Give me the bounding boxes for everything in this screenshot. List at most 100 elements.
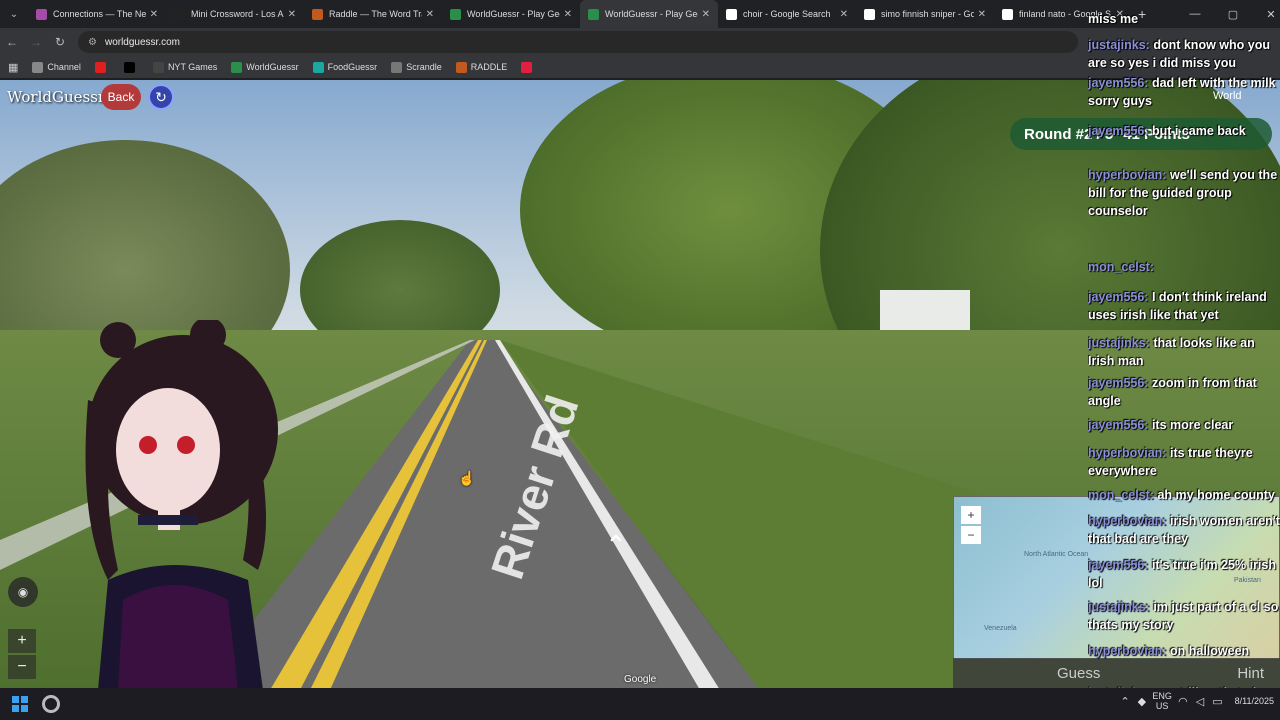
bookmark-item[interactable]: Channel (32, 61, 81, 73)
site-info-icon[interactable]: ⚙ (88, 37, 97, 48)
bookmark-item[interactable] (94, 61, 110, 73)
tab-favicon-icon (588, 8, 599, 20)
bookmark-label: Channel (47, 62, 81, 72)
bookmark-icon (152, 61, 164, 73)
chat-username[interactable]: mon_celst: (1088, 260, 1154, 274)
bookmark-item[interactable]: WorldGuessr (231, 61, 299, 73)
bookmark-icon (94, 61, 106, 73)
bookmark-item[interactable] (521, 61, 536, 73)
windows-taskbar: ⌃ ◆ ENG US ◠ ◁ ▭ 8/11/2025 (0, 688, 1280, 720)
bookmark-item[interactable] (123, 61, 139, 73)
back-arrow-icon[interactable]: ← (0, 35, 24, 49)
system-tray: ⌃ ◆ ENG US ◠ ◁ ▭ 8/11/2025 (1116, 691, 1274, 711)
browser-tab[interactable]: choir - Google Search ✕ (718, 0, 856, 28)
apps-grid-icon[interactable]: ▦ (8, 61, 18, 74)
zoom-in-button[interactable]: + (8, 629, 36, 653)
tab-title: Raddle — The Word Trans (329, 9, 422, 19)
worldguessr-logo[interactable]: WorldGuessr (7, 88, 105, 106)
chat-message: jayem556: it's true i'm 25% irish lol (1088, 556, 1280, 592)
browser-tab[interactable]: WorldGuessr - Play Geog ✕ (442, 0, 580, 28)
chat-message: miss me (1088, 10, 1280, 28)
bookmark-label: RADDLE (470, 62, 508, 72)
chat-text: on halloween (1169, 644, 1250, 658)
clock[interactable]: 8/11/2025 (1235, 695, 1274, 707)
refresh-icon[interactable]: ↻ (148, 84, 174, 110)
chat-username[interactable]: hyperbovian: (1088, 168, 1167, 182)
chat-username[interactable]: justajinks: (1088, 600, 1150, 614)
wifi-icon[interactable]: ◠ (1178, 695, 1188, 708)
tab-search-icon[interactable]: ⌄ (0, 0, 28, 28)
chat-message: jayem556: dad left with the milk sorry g… (1088, 74, 1280, 110)
bookmark-icon (391, 61, 403, 73)
chat-username[interactable]: justajinks: (1088, 38, 1150, 52)
tab-close-icon[interactable]: ✕ (150, 9, 158, 20)
tab-favicon-icon (726, 8, 737, 20)
map-zoom-out-button[interactable]: − (961, 526, 981, 544)
chrome-taskbar-icon[interactable] (42, 695, 60, 713)
tab-close-icon[interactable]: ✕ (702, 9, 710, 20)
chat-username[interactable]: jayem556: (1088, 558, 1148, 572)
tab-title: choir - Google Search (743, 9, 831, 19)
tray-chevron-icon[interactable]: ⌃ (1120, 695, 1129, 708)
browser-tab[interactable]: simo finnish sniper - Goo ✕ (856, 0, 994, 28)
tray-app-icon[interactable]: ◆ (1138, 695, 1146, 708)
chat-message: justajinks: that looks like an Irish man (1088, 334, 1280, 370)
tab-title: Connections — The New (53, 9, 146, 19)
language-indicator[interactable]: ENG US (1150, 691, 1174, 711)
bookmark-label: NYT Games (167, 62, 218, 72)
browser-tab[interactable]: Connections — The New ✕ (28, 0, 166, 28)
tab-favicon-icon (36, 8, 47, 20)
chat-username[interactable]: jayem556: (1088, 76, 1148, 90)
chat-username[interactable]: mon_celst: (1088, 488, 1154, 502)
chat-text: ah my home county (1157, 488, 1275, 502)
compass-icon[interactable]: ◉ (8, 577, 38, 607)
chat-username[interactable]: hyperbovian: (1088, 514, 1167, 528)
bookmark-item[interactable]: Scrandle (391, 61, 442, 73)
chat-username[interactable]: jayem556: (1088, 376, 1148, 390)
tab-close-icon[interactable]: ✕ (840, 9, 848, 20)
bookmark-item[interactable]: RADDLE (455, 61, 508, 73)
tab-title: simo finnish sniper - Goo (881, 9, 974, 19)
tab-favicon-icon (174, 8, 185, 20)
chat-username[interactable]: hyperbovian: (1088, 644, 1167, 658)
volume-icon[interactable]: ◁ (1196, 695, 1204, 708)
pano-arrow-icon[interactable]: ⌃ (605, 530, 627, 561)
bookmark-item[interactable]: NYT Games (152, 61, 218, 73)
url-text: worldguessr.com (104, 36, 180, 48)
chat-message: jayem556: its more clear (1088, 416, 1280, 434)
reload-icon[interactable]: ↻ (48, 35, 72, 49)
chat-username[interactable]: justajinks: (1088, 336, 1150, 350)
back-button[interactable]: Back (101, 84, 141, 110)
tab-title: WorldGuessr - Play Geog (605, 9, 698, 19)
chat-username[interactable]: jayem556: (1088, 124, 1148, 138)
chat-message: hyperbovian: on halloween (1088, 642, 1280, 660)
url-bar[interactable]: ⚙ worldguessr.com (78, 31, 1078, 53)
tab-title: WorldGuessr - Play Geog (467, 9, 560, 19)
forward-arrow-icon[interactable]: → (24, 35, 48, 49)
bookmark-icon (123, 61, 135, 73)
bookmark-icon (521, 61, 533, 73)
tab-close-icon[interactable]: ✕ (564, 9, 572, 20)
bookmark-label: Scrandle (406, 62, 442, 72)
browser-tab[interactable]: WorldGuessr - Play Geog ✕ (580, 0, 718, 28)
chat-username[interactable]: hyperbovian: (1088, 446, 1167, 460)
map-zoom-in-button[interactable]: + (961, 506, 981, 524)
chat-username[interactable]: jayem556: (1088, 418, 1148, 432)
battery-icon[interactable]: ▭ (1212, 695, 1222, 708)
bookmark-icon (32, 61, 44, 73)
windows-start-icon[interactable] (12, 696, 28, 712)
tab-close-icon[interactable]: ✕ (978, 9, 986, 20)
bookmark-icon (455, 61, 467, 73)
tab-title: Mini Crossword - Los Ang (191, 9, 284, 19)
tab-favicon-icon (864, 8, 875, 20)
map-label-ocean: North Atlantic Ocean (1024, 551, 1089, 558)
browser-tab[interactable]: Mini Crossword - Los Ang ✕ (166, 0, 304, 28)
browser-tab[interactable]: Raddle — The Word Trans ✕ (304, 0, 442, 28)
bookmark-icon (231, 61, 243, 73)
zoom-out-button[interactable]: − (8, 655, 36, 679)
chat-username[interactable]: jayem556: (1088, 290, 1148, 304)
tab-close-icon[interactable]: ✕ (426, 9, 434, 20)
bookmark-item[interactable]: FoodGuessr (312, 61, 377, 73)
tab-close-icon[interactable]: ✕ (288, 9, 296, 20)
tab-strip: Connections — The New ✕ Mini Crossword - L… (28, 0, 1132, 28)
